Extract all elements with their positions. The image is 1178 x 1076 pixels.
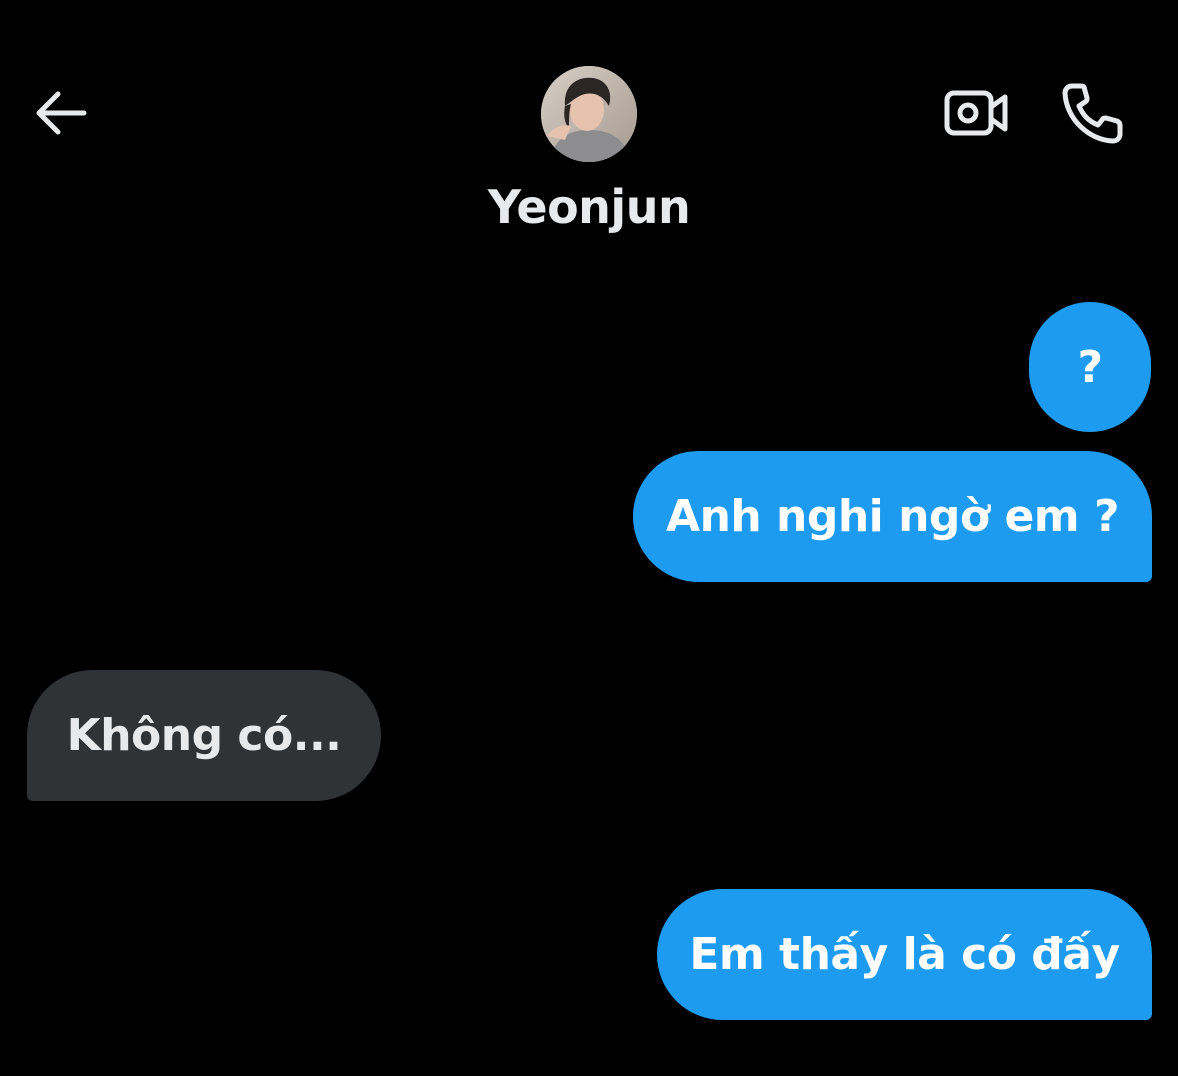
avatar[interactable] — [541, 66, 637, 162]
message-text: Em thấy là có đấy — [689, 929, 1120, 980]
message-bubble-sent[interactable]: Anh nghi ngờ em ? — [633, 451, 1152, 582]
voice-call-button[interactable] — [1058, 78, 1130, 148]
message-bubble-sent[interactable]: ? — [1029, 302, 1151, 432]
arrow-left-icon — [36, 91, 87, 135]
back-button[interactable] — [28, 80, 94, 146]
message-text: Anh nghi ngờ em ? — [666, 491, 1119, 542]
avatar-image — [541, 66, 637, 162]
phone-icon — [1062, 83, 1123, 144]
contact-name: Yeonjun — [487, 180, 691, 234]
message-text: Không có... — [66, 710, 342, 761]
conversation-header: Yeonjun — [0, 0, 1178, 260]
video-camera-icon — [944, 90, 1008, 136]
message-bubble-sent[interactable]: Em thấy là có đấy — [657, 889, 1152, 1020]
video-call-button[interactable] — [940, 80, 1012, 146]
message-text: ? — [1077, 341, 1103, 393]
message-bubble-received[interactable]: Không có... — [27, 670, 381, 801]
